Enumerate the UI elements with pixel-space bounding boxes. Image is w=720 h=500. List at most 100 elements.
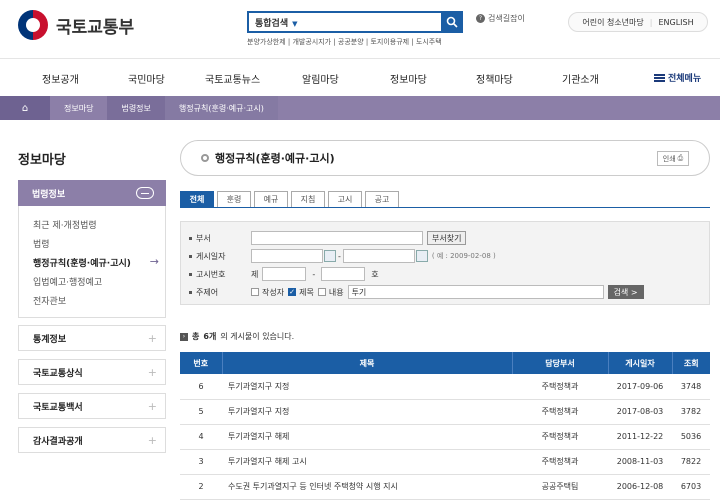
plus-icon: + (147, 365, 157, 379)
nav-item[interactable]: 알림마당 (302, 71, 339, 86)
cell-views: 3748 (672, 374, 710, 400)
tab-bar: 전체 훈령 예규 지침 고시 공고 (180, 191, 399, 207)
caret-down-icon: ▼ (292, 19, 298, 28)
popular-keywords[interactable]: 분양가상한제 | 개발공시지가 | 공공분양 | 토지이용규제 | 도시주택 (247, 37, 442, 47)
date-from-input[interactable] (251, 249, 323, 263)
breadcrumb: ⌂ 정보마당 법령정보 행정규칙(훈령·예규·고시) (0, 96, 720, 120)
sidebar-section[interactable]: 감사결과공개 + (18, 427, 166, 453)
collapse-icon[interactable] (136, 187, 154, 199)
keyword-input[interactable]: 투기 (347, 285, 604, 299)
taegeuk-logo-icon (18, 10, 48, 40)
calendar-icon[interactable] (324, 250, 336, 262)
sidebar-section[interactable]: 국토교통백서 + (18, 393, 166, 419)
col-header: 번호 (180, 352, 223, 374)
submenu-item[interactable]: 법령 (33, 237, 50, 250)
nav-item[interactable]: 국토교통뉴스 (205, 71, 260, 86)
search-scope-select[interactable]: 통합검색 ▼ (249, 16, 309, 29)
hamburger-icon (654, 73, 665, 82)
tab-all[interactable]: 전체 (180, 191, 214, 207)
sidebar-section[interactable]: 통계정보 + (18, 325, 166, 351)
num-label: 고시번호 (189, 269, 251, 280)
logo-text: 국토교통부 (56, 17, 135, 38)
page-title-box: 행정규칙(훈령·예규·고시) 인쇄 ⎙ (180, 140, 710, 176)
cell-dept: 주택정책과 (512, 399, 608, 425)
content-checkbox[interactable] (317, 288, 326, 296)
cell-date: 2011-12-22 (608, 424, 672, 450)
submenu-item[interactable]: 전자관보 (33, 294, 66, 307)
results-table: 번호 제목 담당부서 게시일자 조회 6 투기과열지구 지정 주택정책과 201… (180, 352, 710, 500)
tab-guideline[interactable]: 지침 (291, 191, 325, 207)
search-icon (446, 16, 458, 28)
all-menu-button[interactable]: 전체메뉴 (654, 71, 701, 84)
search-bar[interactable]: 통합검색 ▼ (247, 11, 463, 33)
col-header: 제목 (222, 352, 513, 374)
dept-label: 부서 (189, 233, 251, 244)
english-link[interactable]: ENGLISH (658, 18, 693, 27)
cell-title-link[interactable]: 투기과열지구 지정 (222, 374, 512, 400)
submenu-item[interactable]: 입법예고·행정예고 (33, 275, 102, 288)
table-header-row: 번호 제목 담당부서 게시일자 조회 (180, 352, 710, 374)
tab-rule[interactable]: 예규 (254, 191, 288, 207)
kids-link[interactable]: 어린이 청소년마당 (582, 17, 643, 28)
breadcrumb-item[interactable]: 행정규칙(훈령·예규·고시) (164, 96, 278, 120)
printer-icon: ⎙ (677, 154, 684, 162)
submenu-item[interactable]: 최근 제·개정법령 (33, 218, 97, 231)
dept-input[interactable] (251, 231, 423, 245)
search-button[interactable] (441, 11, 463, 33)
nav-item[interactable]: 정보마당 (390, 71, 427, 86)
date-label: 게시일자 (189, 251, 251, 262)
cell-title-link[interactable]: 투기과열지구 해제 고시 (222, 449, 512, 475)
sidebar-title: 정보마당 (18, 153, 66, 168)
table-row[interactable]: 4 투기과열지구 해제 주택정책과 2011-12-22 5036 (180, 424, 710, 450)
total-count: › 총 6개 의 게시물이 있습니다. (180, 331, 294, 342)
num-to-input[interactable] (321, 267, 366, 281)
logo[interactable]: 국토교통부 (18, 10, 134, 40)
tab-announcement[interactable]: 공고 (365, 191, 399, 207)
table-row[interactable]: 3 투기과열지구 해제 고시 주택정책과 2008-11-03 7822 (180, 449, 710, 475)
table-row[interactable]: 5 투기과열지구 지정 주택정책과 2017-08-03 3782 (180, 399, 710, 425)
breadcrumb-item[interactable]: 정보마당 (50, 96, 108, 120)
print-button[interactable]: 인쇄 ⎙ (657, 151, 689, 166)
cell-title-link[interactable]: 투기과열지구 지정 (222, 399, 512, 425)
tab-directive[interactable]: 훈령 (217, 191, 251, 207)
subject-label: 주제어 (189, 287, 251, 298)
title-checkbox[interactable] (288, 288, 297, 296)
tab-underline (180, 207, 710, 208)
tab-notice[interactable]: 고시 (328, 191, 362, 207)
home-icon[interactable]: ⌂ (0, 96, 50, 120)
cell-views: 5036 (672, 424, 710, 450)
main-nav: 정보공개 국민마당 국토교통뉴스 알림마당 정보마당 정책마당 기관소개 전체메… (0, 58, 720, 96)
date-to-input[interactable] (342, 249, 415, 263)
sidebar-section[interactable]: 국토교통상식 + (18, 359, 166, 385)
nav-item[interactable]: 기관소개 (562, 71, 599, 86)
cell-number: 4 (180, 424, 222, 450)
table-row[interactable]: 2 수도권 투기과열지구 등 인터넷 주택청약 시행 지시 공공주택팀 2006… (180, 474, 710, 500)
table-row[interactable]: 6 투기과열지구 지정 주택정책과 2017-09-06 3748 (180, 374, 710, 400)
cell-date: 2006-12-08 (608, 474, 672, 500)
cell-dept: 공공주택팀 (512, 474, 608, 500)
cell-title-link[interactable]: 투기과열지구 해제 (222, 424, 512, 450)
submenu-item-current[interactable]: 행정규칙(훈령·예규·고시) (33, 256, 131, 269)
cell-views: 6703 (672, 474, 710, 500)
plus-icon: + (147, 399, 157, 413)
page-title: 행정규칙(훈령·예규·고시) (215, 152, 335, 165)
cell-number: 5 (180, 399, 222, 425)
search-guide-link[interactable]: ? 검색길잡이 (476, 13, 525, 24)
date-hint: ( 예 : 2009-02-08 ) (431, 252, 496, 260)
calendar-icon[interactable] (415, 250, 428, 262)
cell-title-link[interactable]: 수도권 투기과열지구 등 인터넷 주택청약 시행 지시 (222, 474, 512, 500)
sidebar-section-active[interactable]: 법령정보 (18, 180, 166, 206)
plus-icon: + (147, 433, 157, 447)
num-from-input[interactable] (262, 267, 307, 281)
author-checkbox[interactable] (251, 288, 259, 296)
cell-dept: 주택정책과 (512, 374, 608, 400)
nav-item[interactable]: 정책마당 (476, 71, 513, 86)
breadcrumb-item[interactable]: 법령정보 (107, 96, 165, 120)
nav-item[interactable]: 정보공개 (42, 71, 79, 86)
cell-dept: 주택정책과 (512, 449, 608, 475)
search-submit-button[interactable]: 검색 > (607, 285, 644, 299)
col-header: 조회 (672, 352, 710, 374)
dept-find-button[interactable]: 부서찾기 (427, 231, 467, 245)
cell-date: 2008-11-03 (608, 449, 672, 475)
nav-item[interactable]: 국민마당 (128, 71, 165, 86)
